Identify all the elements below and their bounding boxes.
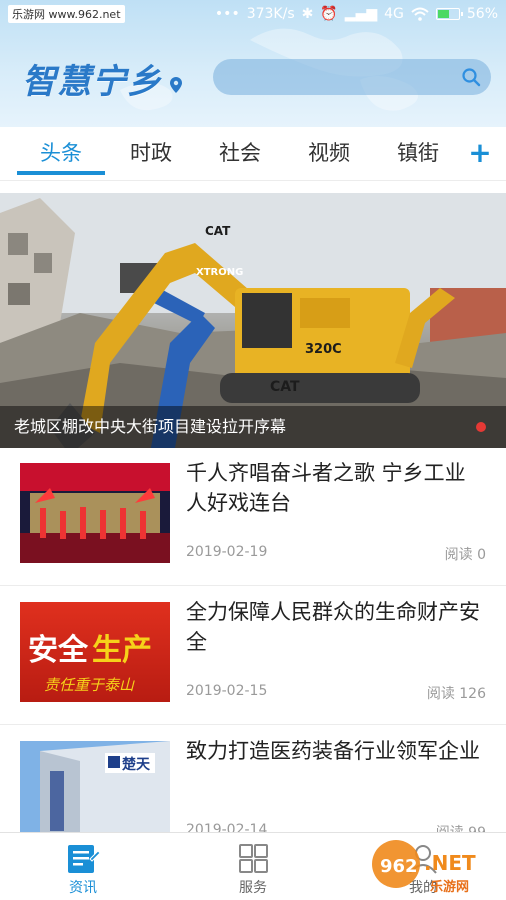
news-thumbnail: 安全 生产 责任重于泰山 — [20, 602, 170, 702]
battery-percent: 56% — [466, 6, 498, 22]
signal-dots-icon: ••• — [214, 6, 240, 22]
search-input[interactable] — [227, 59, 457, 95]
wifi-icon — [411, 7, 429, 21]
svg-text:.NET: .NET — [424, 851, 476, 875]
signal-bars-icon: ▂▄▆ — [344, 6, 378, 22]
nav-services-label: 服务 — [239, 880, 267, 896]
news-thumbnail — [20, 463, 170, 563]
bluetooth-icon: ✱ — [301, 6, 314, 22]
news-title: 全力保障人民群众的生命财产安全 — [186, 600, 480, 654]
news-read-count: 阅读 126 — [426, 686, 486, 702]
tab-towns[interactable]: 镇街 — [383, 137, 453, 171]
source-badge: 乐游网 www.962.net — [8, 5, 125, 23]
news-list-item[interactable]: 安全 生产 责任重于泰山 全力保障人民群众的生命财产安全 2019-02-15 … — [0, 587, 506, 725]
site-watermark-logo: 962 .NET 乐游网 — [368, 838, 500, 896]
building-sign-text: 楚天 — [121, 756, 151, 773]
network-type: 4G — [384, 6, 404, 22]
search-bar[interactable] — [213, 59, 491, 95]
nav-news-label: 资讯 — [69, 880, 97, 896]
app-brand-logo: 智慧宁乡 — [22, 62, 162, 102]
watermark-text: 乐游网 — [430, 880, 470, 895]
carousel-indicator-dot[interactable] — [476, 422, 486, 432]
tab-headlines[interactable]: 头条 — [26, 137, 96, 171]
news-title: 致力打造医药装备行业领军企业 — [186, 739, 480, 763]
tab-video[interactable]: 视频 — [294, 137, 364, 171]
svg-text:962: 962 — [380, 856, 418, 877]
banner-caption: 老城区棚改中央大街项目建设拉开序幕 — [0, 406, 506, 448]
net-speed: 373K/s — [246, 6, 295, 22]
app-header: 乐游网 www.962.net ••• 373K/s ✱ ⏰ ▂▄▆ 4G 56… — [0, 0, 506, 127]
active-tab-indicator — [17, 171, 105, 175]
news-date: 2019-02-19 — [186, 544, 268, 560]
alarm-icon: ⏰ — [320, 6, 338, 22]
excavator-brand-label: CAT — [270, 379, 300, 395]
excavator-model-label: 320C — [305, 342, 342, 357]
search-icon[interactable] — [461, 67, 481, 87]
grid-icon — [239, 844, 268, 873]
thumb-text-production: 生产 — [92, 633, 152, 668]
status-bar: 乐游网 www.962.net ••• 373K/s ✱ ⏰ ▂▄▆ 4G 56… — [0, 0, 506, 28]
news-title: 千人齐唱奋斗者之歌 宁乡工业人好戏连台 — [186, 461, 466, 515]
add-tab-button[interactable]: + — [467, 136, 493, 172]
featured-banner[interactable]: 320C CAT CAT XTRONG 老城区棚改中央大街项目建设拉开序幕 — [0, 193, 506, 448]
nav-services[interactable]: 服务 — [193, 833, 313, 900]
battery-icon — [435, 8, 463, 20]
news-read-count: 阅读 0 — [444, 547, 486, 563]
tab-society[interactable]: 社会 — [205, 137, 275, 171]
thumb-text-safety: 安全 — [28, 633, 89, 668]
news-thumbnail: 楚天 — [20, 741, 170, 841]
thumb-text-slogan: 责任重于泰山 — [44, 676, 135, 694]
tab-politics[interactable]: 时政 — [116, 137, 186, 171]
blue-arm-label: XTRONG — [196, 267, 243, 278]
news-icon — [68, 845, 100, 873]
nav-news[interactable]: 资讯 — [23, 833, 143, 900]
news-date: 2019-02-15 — [186, 683, 268, 699]
location-pin-icon[interactable] — [170, 77, 182, 93]
news-list-item[interactable]: 千人齐唱奋斗者之歌 宁乡工业人好戏连台 2019-02-19 阅读 0 — [0, 448, 506, 586]
arm-brand-label: CAT — [205, 224, 231, 238]
